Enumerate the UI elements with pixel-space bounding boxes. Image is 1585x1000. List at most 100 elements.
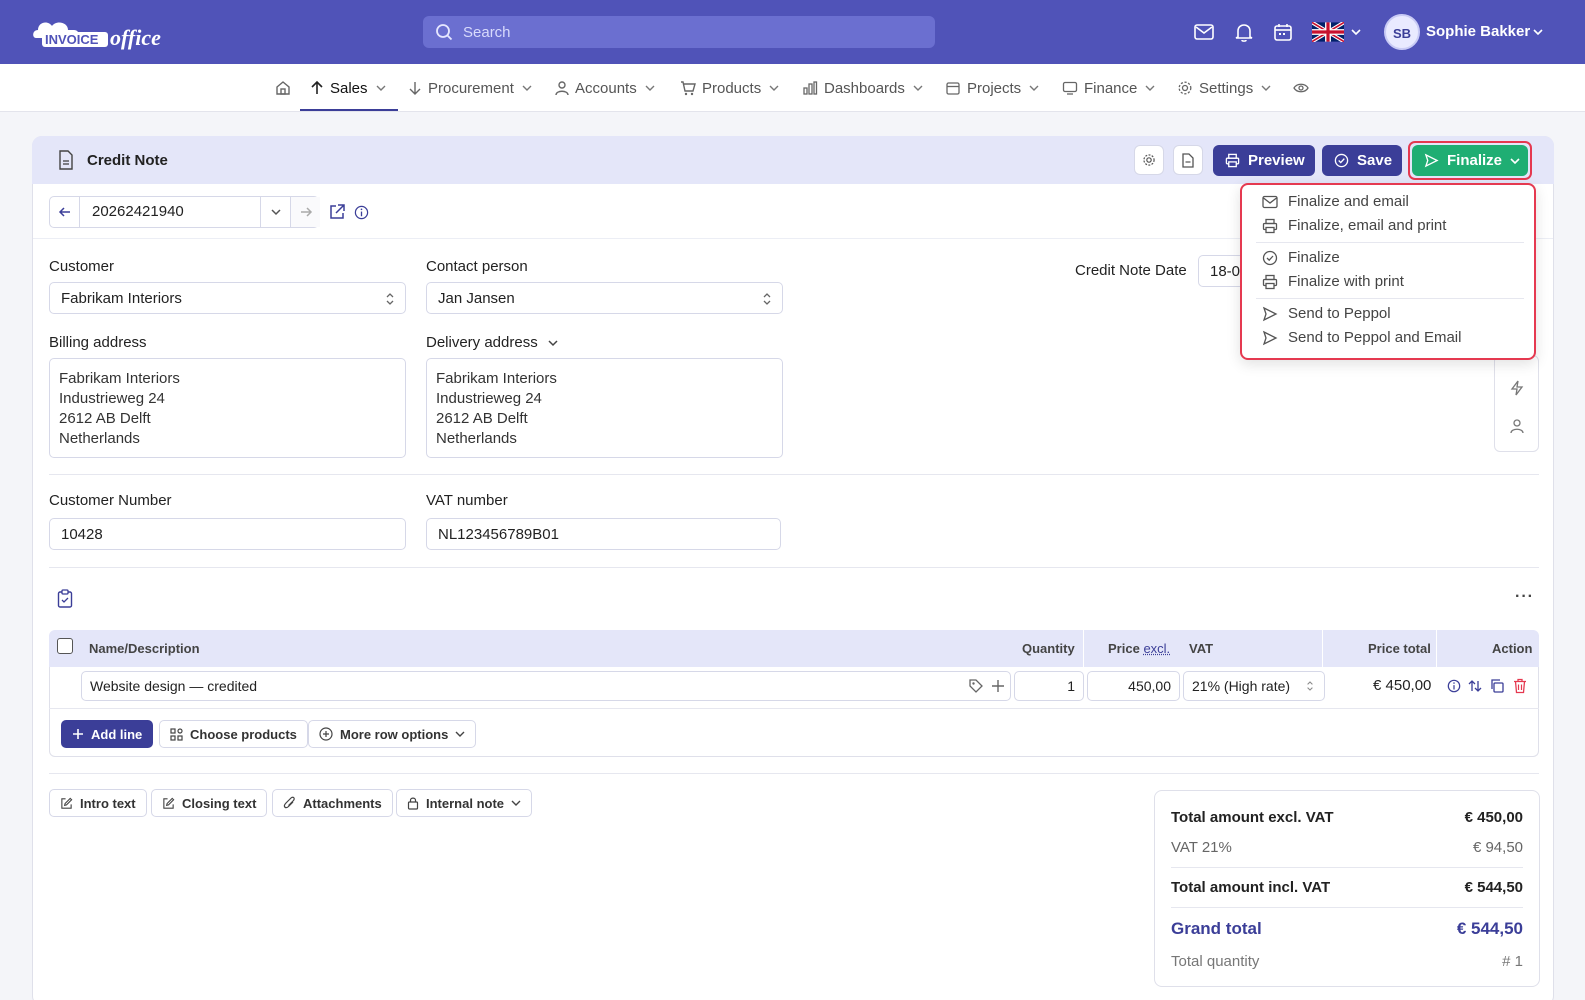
- customer-select[interactable]: Fabrikam Interiors: [49, 282, 406, 314]
- nav-finance-label: Finance: [1084, 79, 1138, 97]
- menu-item-label: Finalize and email: [1288, 193, 1409, 210]
- choose-products-button[interactable]: Choose products: [159, 720, 308, 748]
- previous-document-button[interactable]: [50, 197, 80, 227]
- uk-flag-icon[interactable]: [1312, 22, 1344, 42]
- nav-procurement[interactable]: Procurement: [408, 64, 532, 112]
- bell-icon[interactable]: [1233, 21, 1255, 43]
- user-chevron-down-icon[interactable]: [1532, 26, 1544, 38]
- menu-item-label: Send to Peppol: [1288, 305, 1391, 322]
- line-description-input[interactable]: Website design — credited: [81, 671, 1011, 701]
- arrow-right-icon: [299, 205, 313, 219]
- user-icon[interactable]: [1510, 418, 1524, 434]
- nav-accounts[interactable]: Accounts: [555, 64, 655, 112]
- edit-icon: [60, 797, 73, 810]
- delivery-address-label[interactable]: Delivery address: [426, 334, 538, 351]
- search-bar[interactable]: Search: [423, 16, 935, 48]
- preview-button[interactable]: Preview: [1213, 145, 1315, 176]
- paperclip-icon: [283, 796, 296, 810]
- lightning-icon[interactable]: [1510, 380, 1524, 396]
- printer-icon: [1262, 274, 1278, 290]
- trash-icon[interactable]: [1513, 678, 1527, 694]
- column-header-quantity: Quantity: [1022, 641, 1075, 656]
- closing-text-button[interactable]: Closing text: [151, 789, 268, 817]
- chevron-down-icon: [645, 83, 655, 93]
- send-icon: [1262, 306, 1278, 322]
- add-line-button[interactable]: Add line: [61, 720, 154, 748]
- vat-number-label: VAT number: [426, 492, 508, 509]
- finalize-dropdown-menu: Finalize and email Finalize, email and p…: [1240, 183, 1536, 360]
- column-divider: [1436, 630, 1437, 667]
- avatar[interactable]: SB: [1384, 14, 1420, 50]
- delivery-chevron-down-icon[interactable]: [547, 337, 559, 349]
- eye-icon: [1293, 80, 1309, 96]
- line-price-input[interactable]: 450,00: [1087, 671, 1180, 701]
- more-row-options-label: More row options: [340, 726, 449, 742]
- attachments-button[interactable]: Attachments: [272, 789, 393, 817]
- save-button[interactable]: Save: [1322, 145, 1402, 176]
- line-vat-select[interactable]: 21% (High rate): [1183, 671, 1325, 701]
- divider: [1171, 907, 1523, 908]
- preview-label: Preview: [1248, 152, 1305, 169]
- grid-icon: [170, 727, 183, 741]
- line-quantity-input[interactable]: 1: [1014, 671, 1084, 701]
- info-icon[interactable]: [354, 205, 369, 220]
- language-chevron-down-icon[interactable]: [1350, 26, 1362, 38]
- line-vat-value: 21% (High rate): [1192, 678, 1291, 694]
- pdf-button[interactable]: [1173, 145, 1203, 175]
- copy-icon[interactable]: [1490, 679, 1504, 693]
- tag-icon[interactable]: [968, 678, 984, 694]
- lock-icon: [407, 796, 419, 810]
- menu-item-send-to-peppol[interactable]: Send to Peppol: [1262, 305, 1391, 322]
- document-number-selector: [49, 196, 320, 228]
- monitor-icon: [1062, 80, 1078, 96]
- billing-address-field[interactable]: Fabrikam Interiors Industrieweg 24 2612 …: [49, 358, 406, 458]
- nav-finance[interactable]: Finance: [1062, 64, 1155, 112]
- intro-text-button[interactable]: Intro text: [49, 789, 147, 817]
- nav-sales[interactable]: Sales: [310, 64, 386, 112]
- menu-item-finalize-with-print[interactable]: Finalize with print: [1262, 273, 1404, 290]
- nav-settings[interactable]: Settings: [1177, 64, 1271, 112]
- document-dropdown-button[interactable]: [260, 197, 290, 227]
- user-name[interactable]: Sophie Bakker: [1426, 23, 1530, 40]
- reorder-arrows-icon[interactable]: [1468, 679, 1482, 693]
- contact-person-select[interactable]: Jan Jansen: [426, 282, 783, 314]
- menu-item-send-to-peppol-and-email[interactable]: Send to Peppol and Email: [1262, 329, 1461, 346]
- nav-view[interactable]: [1293, 64, 1309, 112]
- vat-number-input[interactable]: NL123456789B01: [426, 518, 781, 550]
- plus-icon[interactable]: [990, 678, 1006, 694]
- customer-value: Fabrikam Interiors: [61, 290, 182, 307]
- divider: [49, 567, 1539, 568]
- column-header-price: Price excl.: [1108, 641, 1170, 656]
- internal-note-button[interactable]: Internal note: [396, 789, 533, 817]
- calendar-icon[interactable]: [1272, 21, 1294, 43]
- select-all-checkbox[interactable]: [57, 638, 73, 654]
- next-document-button[interactable]: [290, 197, 320, 227]
- nav-dashboards[interactable]: Dashboards: [802, 64, 923, 112]
- delivery-address-field[interactable]: Fabrikam Interiors Industrieweg 24 2612 …: [426, 358, 783, 458]
- nav-products[interactable]: Products: [680, 64, 779, 112]
- document-number[interactable]: 20262421940: [92, 203, 184, 220]
- clipboard-icon[interactable]: [57, 589, 73, 608]
- customer-number-input[interactable]: 10428: [49, 518, 406, 550]
- info-icon[interactable]: [1447, 679, 1461, 693]
- menu-item-finalize-email-print[interactable]: Finalize, email and print: [1262, 217, 1446, 234]
- address-line: Netherlands: [59, 430, 140, 447]
- mail-icon[interactable]: [1193, 21, 1215, 43]
- chevron-down-icon: [769, 83, 779, 93]
- more-row-options-button[interactable]: More row options: [308, 720, 477, 748]
- more-options-icon[interactable]: ···: [1515, 588, 1534, 606]
- invoiceoffice-logo[interactable]: INVOICE office: [30, 12, 180, 52]
- plus-circle-icon: [319, 727, 333, 741]
- divider: [49, 474, 1539, 475]
- settings-button[interactable]: [1134, 145, 1164, 175]
- price-excl-toggle[interactable]: excl.: [1143, 641, 1170, 656]
- nav-projects[interactable]: Projects: [945, 64, 1039, 112]
- menu-item-label: Finalize: [1288, 249, 1340, 266]
- external-link-icon[interactable]: [328, 203, 346, 221]
- contact-person-label: Contact person: [426, 258, 528, 275]
- chevron-down-icon: [1029, 83, 1039, 93]
- home-icon: [275, 80, 291, 96]
- menu-item-finalize[interactable]: Finalize: [1262, 249, 1340, 266]
- nav-home[interactable]: [275, 64, 291, 112]
- menu-item-finalize-and-email[interactable]: Finalize and email: [1262, 193, 1409, 210]
